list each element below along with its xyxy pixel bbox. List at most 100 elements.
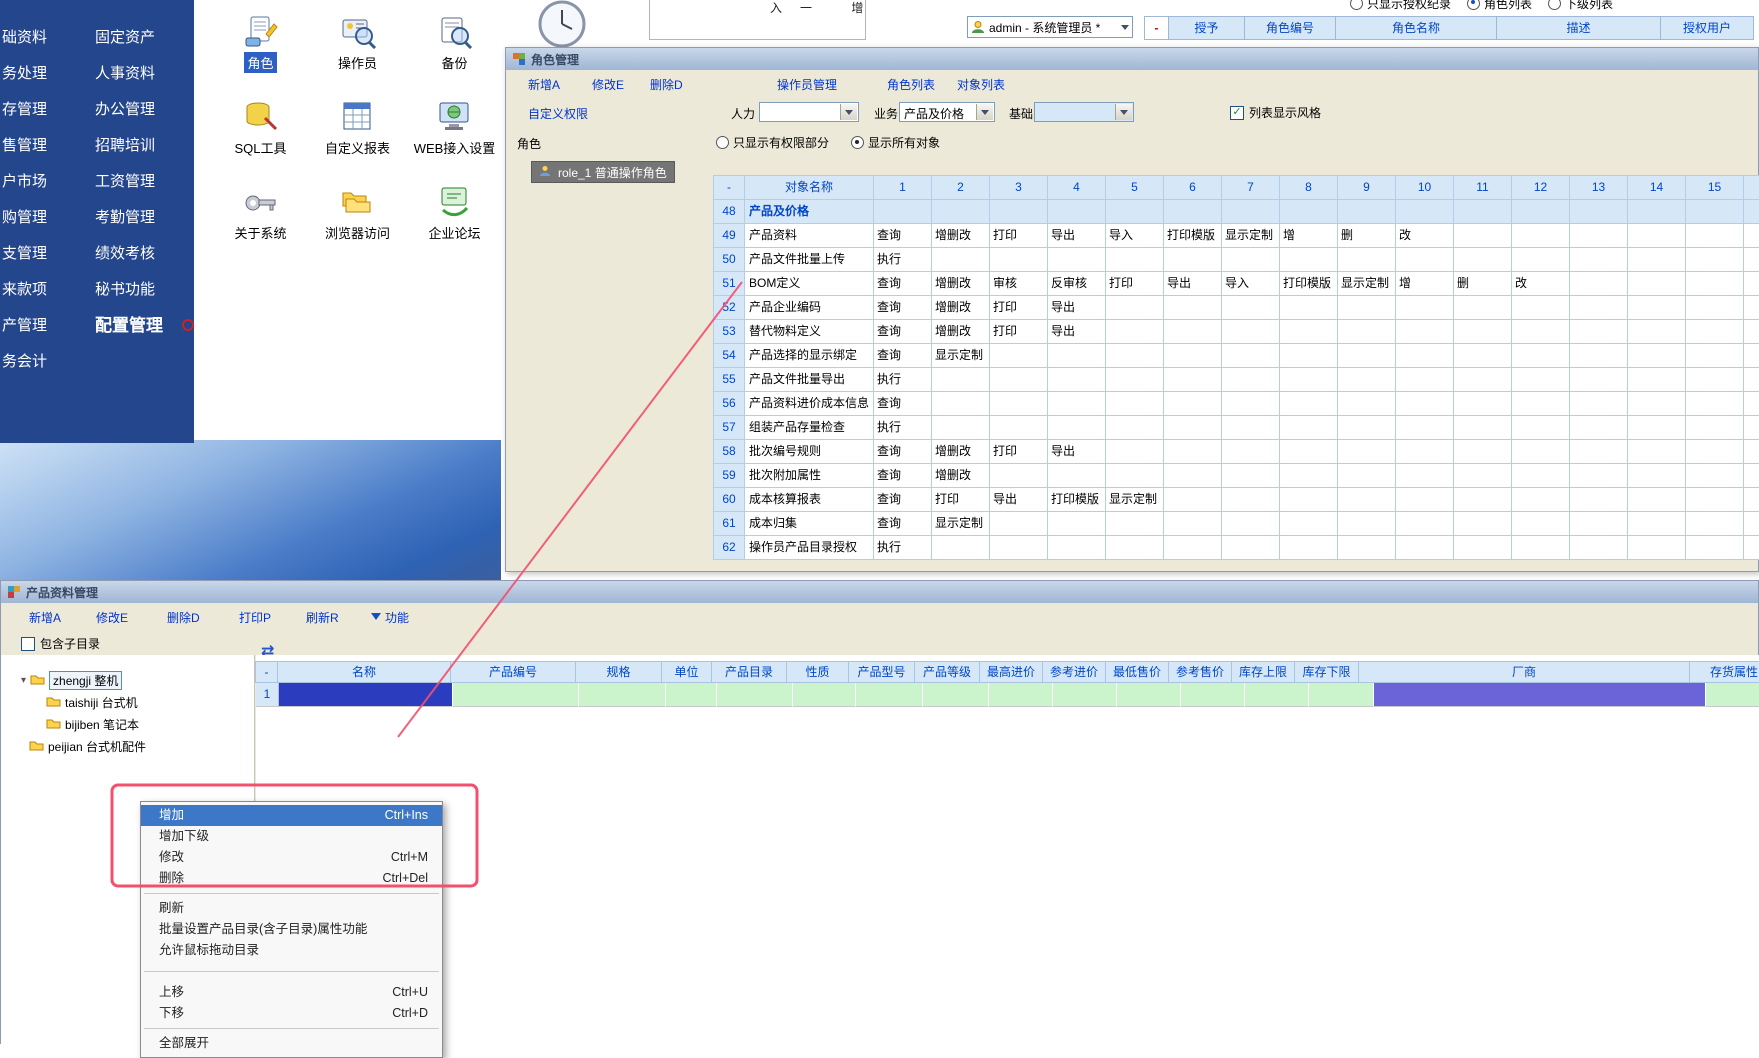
custom-permission-link[interactable]: 自定义权限 [528, 105, 588, 122]
permission-cell[interactable] [1628, 200, 1686, 224]
permission-cell[interactable] [1686, 464, 1744, 488]
permission-cell[interactable]: 查询 [874, 272, 932, 296]
object-name-cell[interactable]: 产品文件批量导出 [745, 368, 874, 392]
permission-cell[interactable] [1222, 464, 1280, 488]
sidebar-item[interactable]: 来款项 [2, 272, 47, 308]
permission-cell[interactable] [1338, 320, 1396, 344]
permission-cell[interactable] [1454, 392, 1512, 416]
vendor-cell[interactable] [1374, 683, 1706, 707]
permission-cell[interactable] [1222, 368, 1280, 392]
permission-cell[interactable] [1280, 296, 1338, 320]
permission-cell[interactable]: 打印 [990, 320, 1048, 344]
permission-cell[interactable]: 查询 [874, 440, 932, 464]
menu-item[interactable]: 批量设置产品目录(含子目录)属性功能 [141, 919, 442, 940]
permission-cell[interactable] [1628, 368, 1686, 392]
object-name-cell[interactable]: 产品资料进价成本信息 [745, 392, 874, 416]
permission-cell[interactable] [1454, 464, 1512, 488]
permission-cell[interactable] [1280, 344, 1338, 368]
permission-cell[interactable] [1512, 392, 1570, 416]
permission-cell[interactable] [1164, 392, 1222, 416]
permission-cell[interactable] [932, 536, 990, 560]
permission-cell[interactable]: 增删改 [932, 272, 990, 296]
sidebar-item[interactable]: 考勤管理 [95, 200, 163, 236]
permission-cell[interactable] [1628, 392, 1686, 416]
permission-cell[interactable] [1048, 536, 1106, 560]
permission-cell[interactable]: 执行 [874, 368, 932, 392]
permission-cell[interactable] [1164, 512, 1222, 536]
permission-cell[interactable] [1686, 488, 1744, 512]
permission-cell[interactable] [1222, 488, 1280, 512]
chevron-down-icon[interactable] [840, 104, 857, 120]
permission-cell[interactable] [1048, 248, 1106, 272]
permission-cell[interactable] [1280, 320, 1338, 344]
include-subdir-checkbox[interactable]: 包含子目录 [21, 635, 100, 652]
checkbox-unchecked-icon[interactable] [21, 637, 35, 651]
permission-cell[interactable] [1512, 320, 1570, 344]
launcher-item[interactable]: 企业论坛 [406, 180, 503, 265]
permission-cell[interactable] [1512, 440, 1570, 464]
permission-cell[interactable] [1396, 320, 1454, 344]
permission-cell[interactable]: 查询 [874, 392, 932, 416]
permission-cell[interactable]: 增删改 [932, 440, 990, 464]
permission-cell[interactable] [1106, 200, 1164, 224]
permission-cell[interactable] [1570, 536, 1628, 560]
permission-cell[interactable]: 显示定制 [1222, 224, 1280, 248]
permission-cell[interactable] [1686, 272, 1744, 296]
permission-cell[interactable]: 查询 [874, 488, 932, 512]
permission-cell[interactable]: 反审核 [1048, 272, 1106, 296]
permission-cell[interactable] [1628, 320, 1686, 344]
sidebar-item[interactable]: 础资料 [2, 20, 47, 56]
permission-cell[interactable] [1106, 464, 1164, 488]
permission-cell[interactable]: 打印 [990, 296, 1048, 320]
launcher-item[interactable]: 自定义报表 [309, 95, 406, 180]
product-cell[interactable] [1309, 683, 1374, 707]
permission-cell[interactable] [1280, 464, 1338, 488]
launcher-item[interactable]: 浏览器访问 [309, 180, 406, 265]
menu-item[interactable]: 删除Ctrl+Del [141, 868, 442, 889]
permission-cell[interactable]: 导出 [1164, 272, 1222, 296]
permission-cell[interactable] [1222, 536, 1280, 560]
permission-cell[interactable] [1164, 416, 1222, 440]
permission-cell[interactable] [1628, 488, 1686, 512]
product-cell[interactable] [1053, 683, 1117, 707]
permission-cell[interactable]: 查询 [874, 320, 932, 344]
permission-cell[interactable] [1222, 344, 1280, 368]
permission-cell[interactable] [1048, 416, 1106, 440]
permission-cell[interactable] [1512, 488, 1570, 512]
tree-node[interactable]: taishiji 台式机 [46, 693, 138, 711]
permission-cell[interactable]: 打印 [990, 440, 1048, 464]
product-cell[interactable] [579, 683, 666, 707]
permission-cell[interactable]: 增 [1280, 224, 1338, 248]
permission-cell[interactable] [1570, 296, 1628, 320]
object-name-cell[interactable]: 操作员产品目录授权 [745, 536, 874, 560]
permission-cell[interactable] [1106, 440, 1164, 464]
permission-cell[interactable] [1164, 440, 1222, 464]
permission-cell[interactable] [990, 416, 1048, 440]
permission-cell[interactable] [1686, 344, 1744, 368]
permission-cell[interactable] [1512, 536, 1570, 560]
permission-cell[interactable]: 导出 [1048, 320, 1106, 344]
product-cell[interactable] [856, 683, 923, 707]
role-toolbar-link[interactable]: 修改E [592, 76, 624, 93]
permission-cell[interactable] [1280, 512, 1338, 536]
permission-cell[interactable] [1396, 200, 1454, 224]
permission-cell[interactable] [1222, 320, 1280, 344]
permission-cell[interactable] [1222, 248, 1280, 272]
permission-cell[interactable] [1686, 368, 1744, 392]
admin-user-combo[interactable]: admin - 系统管理员 * [967, 16, 1133, 38]
permission-cell[interactable] [1280, 368, 1338, 392]
permission-cell[interactable] [990, 368, 1048, 392]
product-cell[interactable] [793, 683, 856, 707]
product-cell[interactable] [1117, 683, 1181, 707]
tree-node[interactable]: bijiben 笔记本 [46, 715, 139, 733]
object-name-cell[interactable]: 产品及价格 [745, 200, 874, 224]
permission-cell[interactable] [1396, 392, 1454, 416]
permission-cell[interactable] [932, 248, 990, 272]
permission-cell[interactable] [1106, 344, 1164, 368]
object-name-cell[interactable]: 组装产品存量检查 [745, 416, 874, 440]
product-cell[interactable] [666, 683, 717, 707]
permission-cell[interactable] [1106, 536, 1164, 560]
radio-show-permitted-only[interactable]: 只显示有权限部分 [716, 134, 829, 151]
menu-item[interactable]: 允许鼠标拖动目录 [141, 940, 442, 961]
object-name-cell[interactable]: 成本归集 [745, 512, 874, 536]
